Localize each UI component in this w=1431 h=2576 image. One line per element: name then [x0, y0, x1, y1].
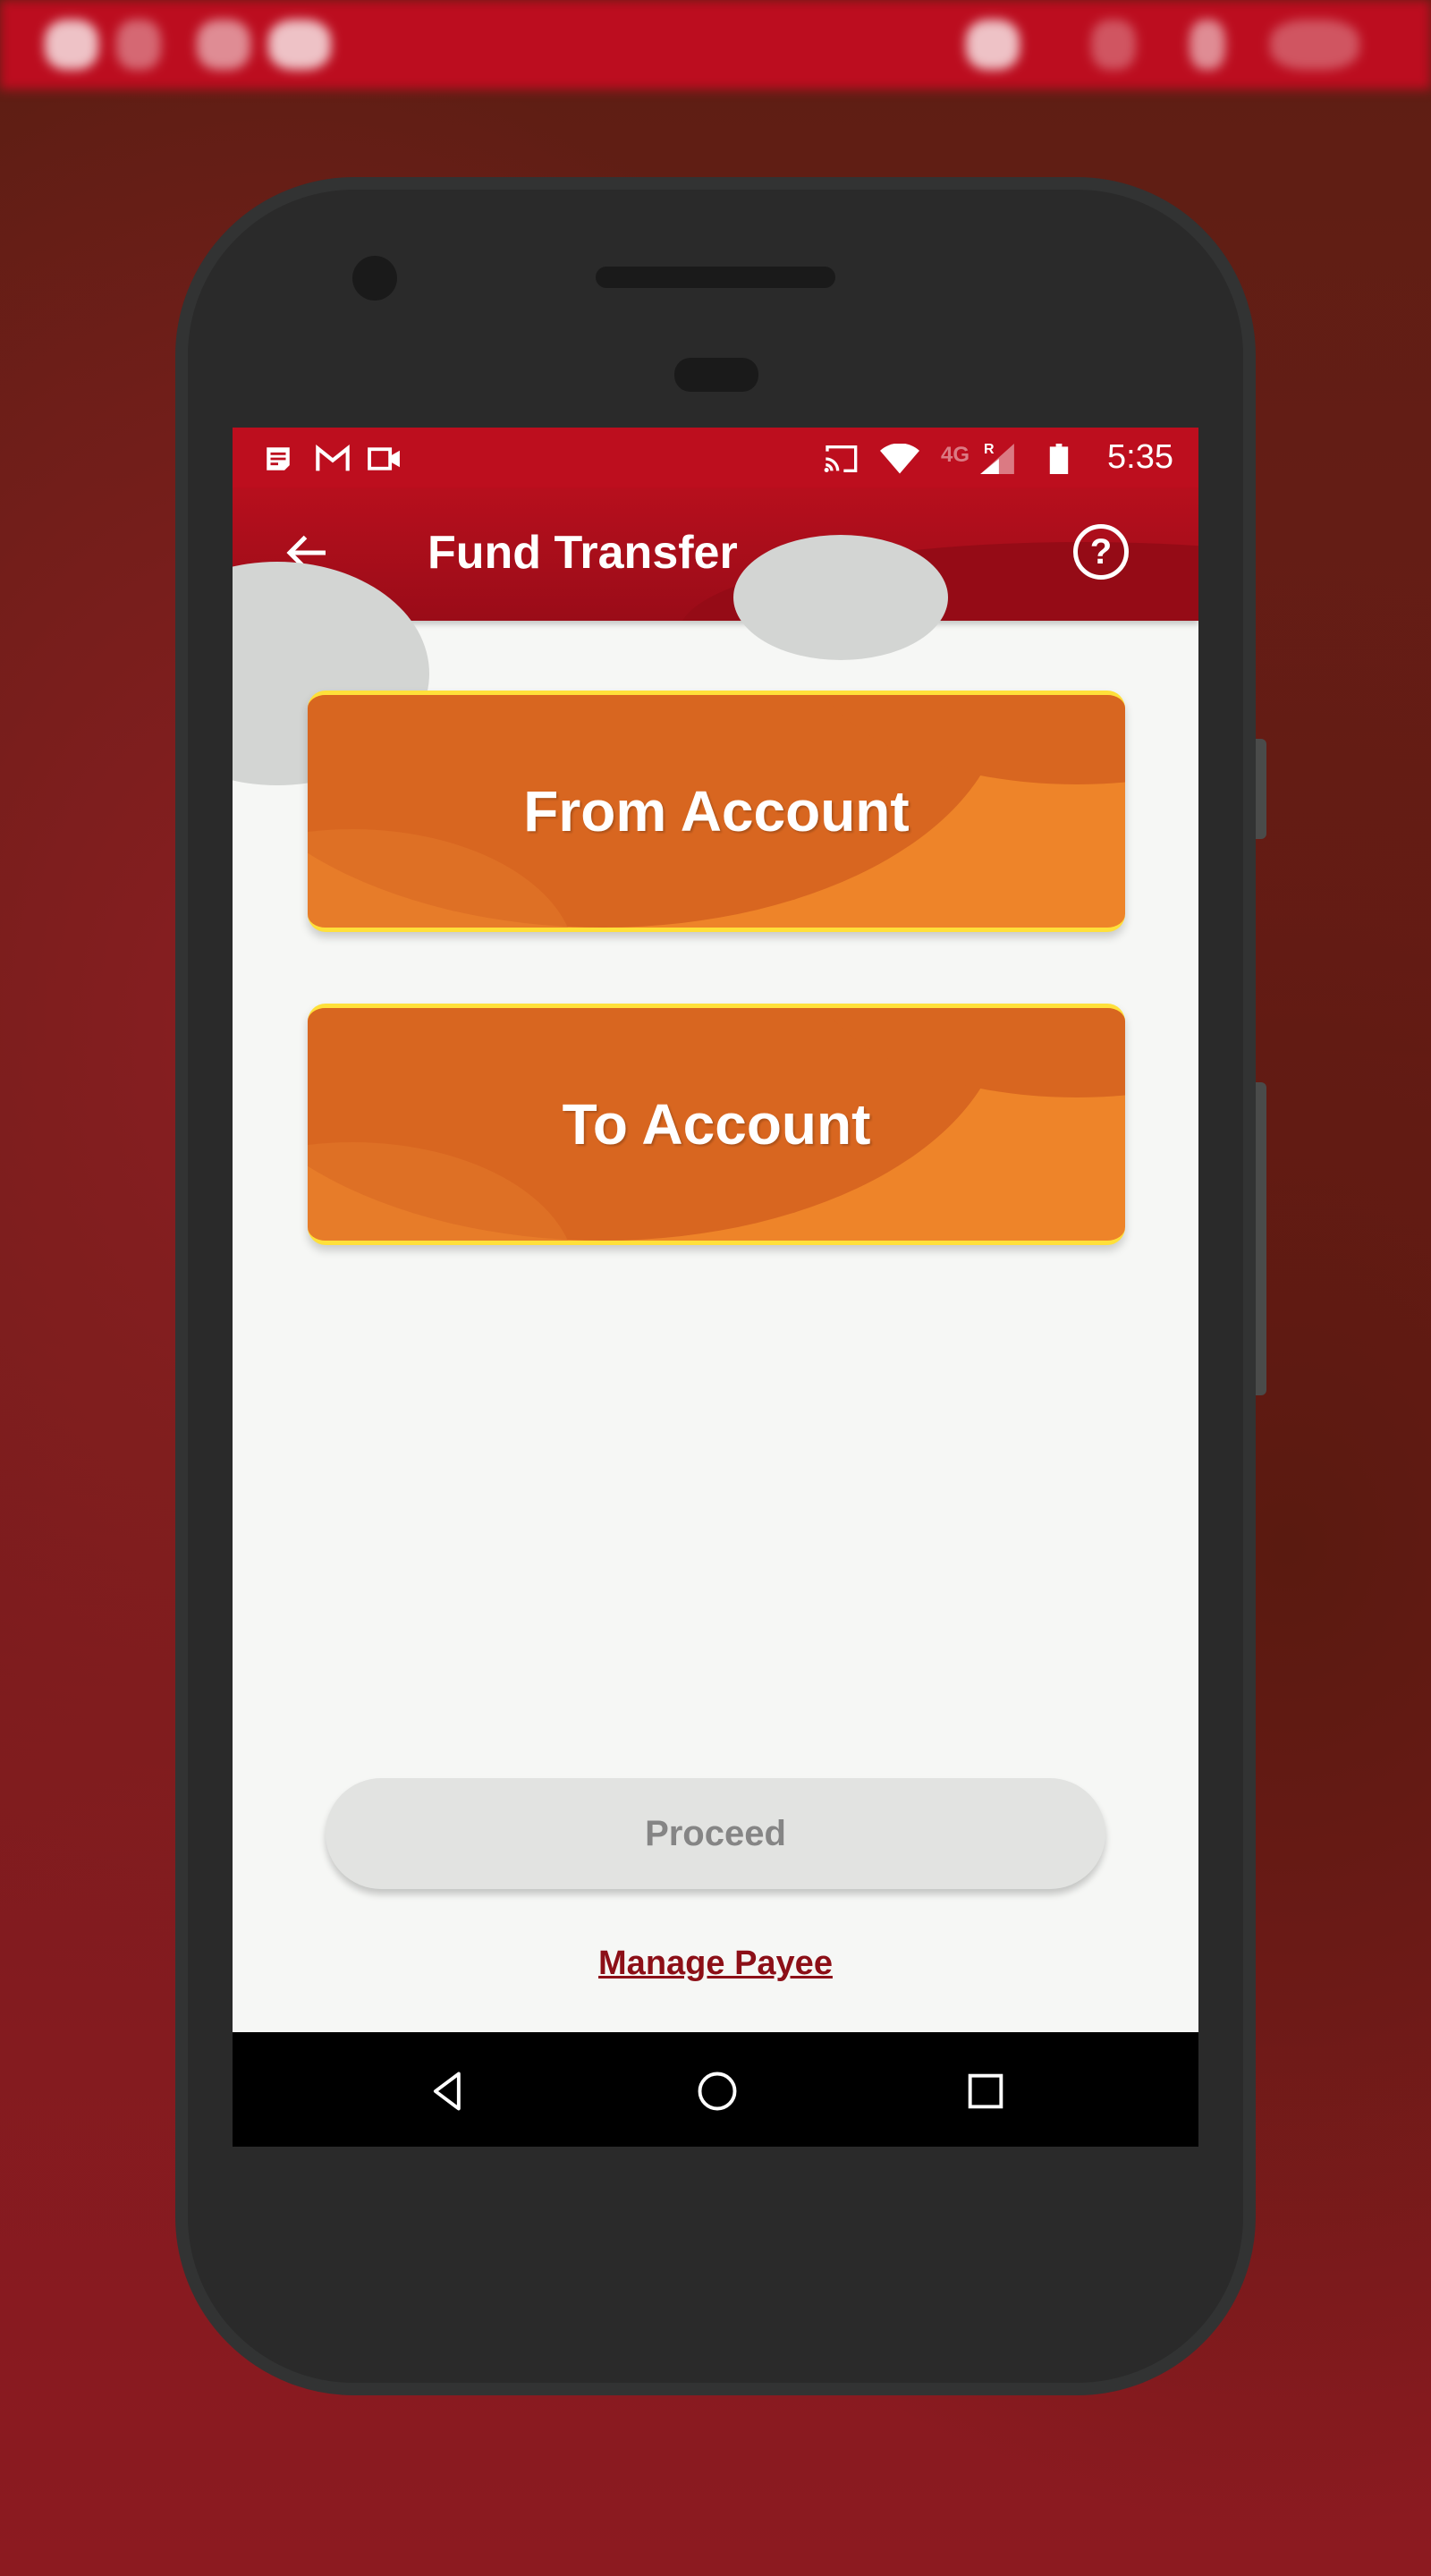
to-account-label: To Account: [562, 1092, 871, 1157]
phone-power-button: [1256, 739, 1266, 839]
help-circle-icon[interactable]: ?: [1073, 524, 1129, 580]
proceed-button[interactable]: Proceed: [326, 1778, 1105, 1889]
wifi-icon: [880, 444, 919, 474]
gmail-icon: [316, 444, 350, 471]
outer-status-bar-blurred: [0, 0, 1431, 89]
signal-4g-roaming-icon: [980, 444, 1014, 474]
page-title: Fund Transfer: [428, 527, 738, 579]
app-screen: 4G R 5:35 Fund Transfer ? From Account T…: [233, 428, 1198, 2147]
manage-payee-container: Manage Payee: [233, 1945, 1198, 1983]
phone-volume-button: [1256, 1082, 1266, 1395]
nav-recents-icon[interactable]: [959, 2068, 1012, 2114]
network-type-label: 4G: [941, 443, 970, 467]
notification-icon: [267, 447, 290, 470]
nav-back-icon[interactable]: [422, 2068, 476, 2114]
front-camera: [352, 256, 397, 301]
earpiece-speaker: [596, 267, 835, 288]
background-blob: [733, 535, 948, 660]
proximity-sensor: [674, 358, 758, 392]
to-account-button[interactable]: To Account: [308, 1004, 1125, 1245]
nav-home-icon[interactable]: [690, 2068, 744, 2114]
manage-payee-link[interactable]: Manage Payee: [598, 1945, 833, 1982]
video-icon: [368, 447, 400, 470]
system-nav-bar: [233, 2032, 1198, 2147]
status-time: 5:35: [1107, 438, 1173, 476]
status-bar: 4G R 5:35: [233, 428, 1198, 488]
from-account-button[interactable]: From Account: [308, 691, 1125, 932]
from-account-label: From Account: [523, 779, 910, 843]
cast-icon: [824, 445, 858, 472]
battery-icon: [1049, 444, 1069, 474]
